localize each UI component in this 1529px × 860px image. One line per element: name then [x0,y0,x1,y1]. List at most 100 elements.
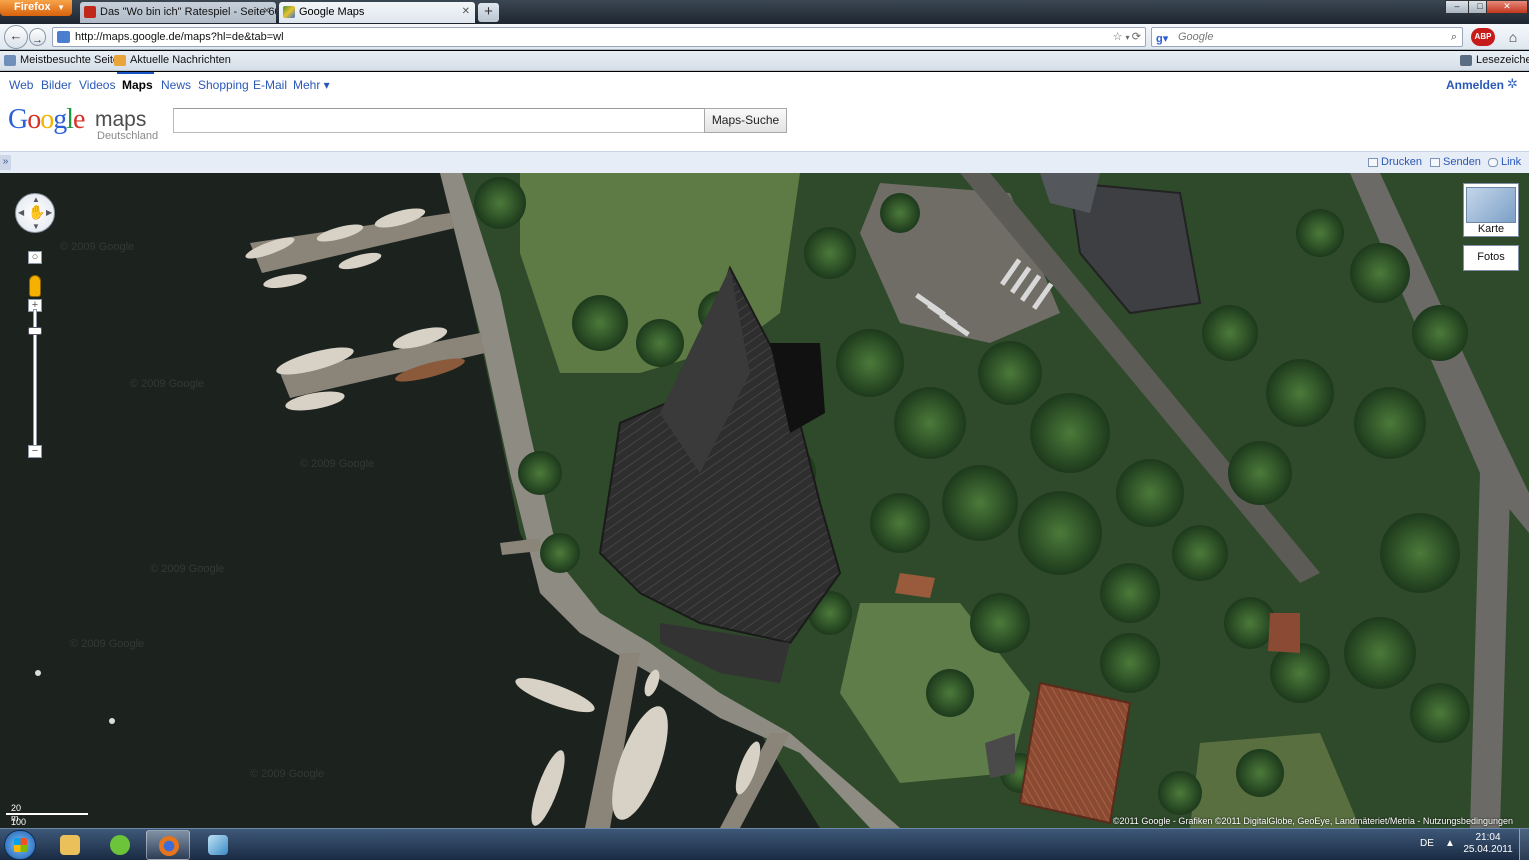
gear-icon[interactable]: ✲ [1507,76,1518,92]
print-label: Drucken [1381,156,1422,168]
search-placeholder: Google [1178,31,1214,43]
windows-taskbar: DE ▲ 21:04 25.04.2011 [0,828,1529,860]
zoom-out-button[interactable]: − [28,445,42,458]
gbar-link-videos[interactable]: Videos [79,78,115,92]
signin-link[interactable]: Anmelden [1446,78,1504,92]
new-tab-button[interactable]: + [478,3,499,22]
gbar-link-web[interactable]: Web [9,78,33,92]
gbar-link-news[interactable]: News [161,78,191,92]
back-button[interactable]: ← [4,25,28,49]
gbar-link-email[interactable]: E-Mail [253,78,287,92]
bookmarks-icon [1460,55,1472,66]
search-bar[interactable]: g▾ Google ⌕ [1151,27,1463,47]
expand-panel-button[interactable]: » [0,155,11,170]
envelope-icon [1430,158,1440,167]
bookmark-star-icon[interactable]: ☆ [1113,31,1123,43]
maps-search-input[interactable] [173,108,705,133]
system-clock[interactable]: 21:04 25.04.2011 [1460,832,1516,856]
bookmarks-toolbar: Meistbesuchte Seiten Aktuelle Nachrichte… [0,51,1529,71]
map-type-karte-button[interactable]: Karte [1463,183,1519,237]
map-type-karte-label: Karte [1477,223,1505,235]
url-bar[interactable]: http://maps.google.de/maps?hl=de&tab=wl … [52,27,1146,47]
firefox-menu-button[interactable]: Firefox ▼ [0,0,72,16]
gbar-link-shopping[interactable]: Shopping [198,78,249,92]
logo-maps-label: maps [95,108,147,131]
windows-logo-icon [14,838,27,852]
maps-search-button[interactable]: Maps-Suche [704,108,787,133]
gbar-link-mehr[interactable]: Mehr ▾ [293,78,330,92]
pan-left-icon[interactable]: ◀ [18,208,24,217]
reload-icon[interactable]: ⟳ [1132,31,1141,43]
site-identity-icon [57,31,70,43]
close-icon[interactable]: ✕ [263,2,271,22]
zoom-slider-thumb[interactable] [28,327,42,335]
adblock-plus-icon[interactable]: ABP [1471,28,1495,46]
zoom-control: ○ + − [28,251,42,459]
show-hidden-icons-icon[interactable]: ▲ [1445,838,1455,849]
map-watermark: © 2009 Google [70,638,145,650]
taskbar-explorer[interactable] [48,830,92,860]
tab-label: Das "Wo bin ich" Ratespiel - Seite 60 ..… [100,6,276,18]
notepad-icon [208,835,228,855]
street-view-pegman-icon[interactable] [29,275,41,297]
back-arrow-icon: ← [9,28,23,43]
forum-favicon-icon [84,6,96,18]
hand-icon: ✋ [28,204,46,220]
bookmark-label: Meistbesuchte Seiten [20,54,126,66]
map-watermark: © 2009 Google [150,563,225,575]
chevron-down-icon: ▼ [57,3,65,12]
map-copyright[interactable]: ©2011 Google - Grafiken ©2011 DigitalGlo… [1113,816,1513,826]
taskbar-firefox[interactable] [146,830,190,860]
forward-button[interactable]: → [29,28,46,46]
google-search-engine-icon[interactable]: g▾ [1156,30,1168,48]
taskbar-icq[interactable] [98,830,142,860]
show-desktop-button[interactable] [1519,829,1529,860]
firefox-menu-label: Firefox [14,1,51,13]
browser-tab-google-maps[interactable]: Google Maps ✕ [279,2,475,23]
tab-label: Google Maps [299,6,365,18]
close-icon[interactable]: ✕ [462,2,470,22]
clock-time: 21:04 [1475,832,1501,843]
browser-tab-wo-bin-ich[interactable]: Das "Wo bin ich" Ratespiel - Seite 60 ..… [80,2,276,23]
zoom-reset-button[interactable]: ○ [28,251,42,264]
satellite-map-view[interactable]: © 2009 Google © 2009 Google © 2009 Googl… [0,173,1529,828]
home-icon[interactable]: ⌂ [1503,28,1523,46]
map-watermark: © 2009 Google [130,378,205,390]
scale-bar [6,813,88,815]
map-thumbnail-icon [1466,187,1516,223]
language-indicator[interactable]: DE [1420,838,1434,849]
gbar-link-bilder[interactable]: Bilder [41,78,72,92]
print-icon [1368,158,1378,167]
active-product-indicator [117,72,154,74]
map-watermark: © 2009 Google [250,768,325,780]
url-bar-actions: ☆ ▾ ⟳ [1113,28,1141,47]
google-bar: Web Bilder Videos Maps News Shopping E-M… [0,72,1529,97]
satellite-imagery [0,173,1529,828]
google-logo[interactable]: Google [8,104,85,136]
bookmarks-menu-button[interactable]: Lesezeichen [1460,51,1529,70]
map-watermark: © 2009 Google [60,241,135,253]
close-window-button[interactable]: ✕ [1486,0,1528,14]
forward-arrow-icon: → [32,34,43,46]
link-link[interactable]: Link [1488,156,1521,168]
minimize-button[interactable]: – [1445,0,1469,14]
print-link[interactable]: Drucken [1368,156,1422,168]
taskbar-app[interactable] [196,830,240,860]
bookmark-aktuelle-nachrichten[interactable]: Aktuelle Nachrichten [114,51,231,70]
start-button[interactable] [4,830,36,860]
pan-right-icon[interactable]: ▶ [46,208,52,217]
bookmark-meistbesuchte-seiten[interactable]: Meistbesuchte Seiten [4,51,125,70]
send-label: Senden [1443,156,1481,168]
send-link[interactable]: Senden [1430,156,1481,168]
pan-control[interactable]: ▲ ▼ ◀ ▶ ✋ [15,193,55,233]
map-type-fotos-label: Fotos [1477,251,1505,263]
clock-date: 25.04.2011 [1463,844,1513,855]
chain-link-icon [1488,158,1498,167]
pan-down-icon[interactable]: ▼ [32,222,40,231]
logo-country-label: Deutschland [97,130,159,142]
map-type-fotos-button[interactable]: Fotos [1463,245,1519,271]
pan-up-icon[interactable]: ▲ [32,195,40,204]
google-maps-favicon-icon [283,6,295,18]
search-icon[interactable]: ⌕ [1451,28,1457,46]
gbar-link-maps[interactable]: Maps [122,78,153,92]
